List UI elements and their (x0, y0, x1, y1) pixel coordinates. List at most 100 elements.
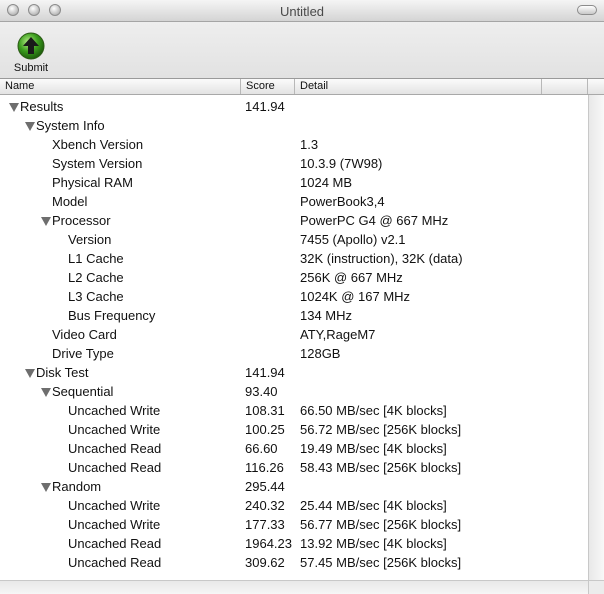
column-header-empty (542, 79, 588, 94)
row-detail: 56.77 MB/sec [256K blocks] (300, 517, 462, 532)
row-score: 93.40 (245, 384, 278, 399)
table-row[interactable]: L3 Cache 1024K @ 167 MHz (0, 287, 588, 306)
table-row[interactable]: Model PowerBook3,4 (0, 192, 588, 211)
table-row[interactable]: Results 141.94 (0, 97, 588, 116)
row-detail: 1.3 (300, 137, 319, 152)
row-detail: 256K @ 667 MHz (300, 270, 403, 285)
row-detail: 56.72 MB/sec [256K blocks] (300, 422, 462, 437)
table-row[interactable]: System Version 10.3.9 (7W98) (0, 154, 588, 173)
row-detail: 58.43 MB/sec [256K blocks] (300, 460, 462, 475)
row-name: System Version (52, 156, 143, 171)
row-score: 116.26 (245, 460, 284, 475)
table-row[interactable]: Uncached Read 116.26 58.43 MB/sec [256K bl… (0, 458, 588, 477)
disclosure-triangle-icon[interactable] (25, 369, 35, 378)
toolbar: Submit (0, 22, 604, 78)
row-name: Random (52, 479, 102, 494)
row-name: Video Card (52, 327, 117, 342)
row-name: Uncached Read (68, 441, 162, 456)
table-row[interactable]: System Info (0, 116, 588, 135)
row-name: Model (52, 194, 88, 209)
app-window: Untitled Submit Name Score Detail Result… (0, 0, 604, 594)
table-row[interactable]: Uncached Write 100.25 56.72 MB/sec [256K b… (0, 420, 588, 439)
table-row[interactable]: Random 295.44 (0, 477, 588, 496)
disclosure-triangle-icon[interactable] (9, 103, 19, 112)
row-score: 100.25 (245, 422, 285, 437)
disclosure-triangle-icon[interactable] (41, 388, 51, 397)
row-score: 108.31 (245, 403, 285, 418)
row-score: 141.94 (245, 99, 285, 114)
row-detail: ATY,RageM7 (300, 327, 376, 342)
row-detail: 10.3.9 (7W98) (300, 156, 383, 171)
table-row[interactable]: Disk Test 141.94 (0, 363, 588, 382)
row-detail: 25.44 MB/sec [4K blocks] (300, 498, 447, 513)
column-header-score[interactable]: Score (241, 79, 295, 94)
row-score: 295.44 (245, 479, 285, 494)
resize-grip[interactable] (588, 580, 604, 594)
row-detail: 32K (instruction), 32K (data) (300, 251, 463, 266)
row-name: Uncached Write (68, 422, 161, 437)
row-detail: 128GB (300, 346, 341, 361)
row-name: Processor (52, 213, 111, 228)
submit-button[interactable]: Submit (8, 30, 54, 76)
results-table: Name Score Detail Results 141.94 System In… (0, 78, 604, 594)
row-name: Uncached Read (68, 536, 162, 551)
row-name: Sequential (52, 384, 114, 399)
table-row[interactable]: Bus Frequency 134 MHz (0, 306, 588, 325)
row-name: Results (20, 99, 64, 114)
row-name: L2 Cache (68, 270, 124, 285)
row-score: 240.32 (245, 498, 285, 513)
table-header: Name Score Detail (0, 79, 604, 95)
table-row[interactable]: Video Card ATY,RageM7 (0, 325, 588, 344)
table-row[interactable]: L2 Cache 256K @ 667 MHz (0, 268, 588, 287)
row-detail: 1024K @ 167 MHz (300, 289, 411, 304)
table-row[interactable]: Processor PowerPC G4 @ 667 MHz (0, 211, 588, 230)
row-detail: 57.45 MB/sec [256K blocks] (300, 555, 462, 570)
table-row[interactable]: Sequential 93.40 (0, 382, 588, 401)
row-name: Uncached Read (68, 460, 162, 475)
horizontal-scrollbar[interactable] (0, 580, 588, 594)
table-row[interactable]: Uncached Read 1964.23 13.92 MB/sec [4K blo… (0, 534, 588, 553)
table-row[interactable]: L1 Cache 32K (instruction), 32K (data) (0, 249, 588, 268)
table-row[interactable]: Xbench Version 1.3 (0, 135, 588, 154)
row-name: Physical RAM (52, 175, 133, 190)
row-name: L3 Cache (68, 289, 124, 304)
table-row[interactable]: Drive Type 128GB (0, 344, 588, 363)
table-row[interactable]: Uncached Read 309.62 57.45 MB/sec [256K bl… (0, 553, 588, 572)
row-score: 66.60 (245, 441, 278, 456)
disclosure-triangle-icon[interactable] (41, 483, 51, 492)
title-bar[interactable]: Untitled (0, 0, 604, 22)
row-name: System Info (36, 118, 105, 133)
vertical-scrollbar[interactable] (588, 95, 604, 581)
row-score: 177.33 (245, 517, 285, 532)
column-header-name[interactable]: Name (0, 79, 241, 94)
row-name: Bus Frequency (68, 308, 156, 323)
row-score: 309.62 (245, 555, 285, 570)
table-row[interactable]: Uncached Write 240.32 25.44 MB/sec [4K blo… (0, 496, 588, 515)
table-row[interactable]: Uncached Write 108.31 66.50 MB/sec [4K blo… (0, 401, 588, 420)
table-row[interactable]: Physical RAM 1024 MB (0, 173, 588, 192)
row-detail: 134 MHz (300, 308, 353, 323)
row-detail: 13.92 MB/sec [4K blocks] (300, 536, 447, 551)
row-name: Uncached Read (68, 555, 162, 570)
green-up-arrow-icon (17, 32, 45, 60)
row-name: Uncached Write (68, 498, 161, 513)
disclosure-triangle-icon[interactable] (41, 217, 51, 226)
row-score: 141.94 (245, 365, 285, 380)
row-detail: 66.50 MB/sec [4K blocks] (300, 403, 447, 418)
table-row[interactable]: Uncached Read 66.60 19.49 MB/sec [4K block… (0, 439, 588, 458)
row-name: Uncached Write (68, 403, 161, 418)
submit-label: Submit (13, 62, 49, 74)
window-title: Untitled (279, 4, 325, 19)
table-row[interactable]: Uncached Write 177.33 56.77 MB/sec [256K b… (0, 515, 588, 534)
toolbar-toggle-button[interactable] (577, 5, 597, 15)
row-detail: 19.49 MB/sec [4K blocks] (300, 441, 447, 456)
table-body: Results 141.94 System Info Xbench Version 1.… (0, 95, 588, 581)
row-detail: PowerBook3,4 (300, 194, 385, 209)
row-score: 1964.23 (245, 536, 292, 551)
row-name: L1 Cache (68, 251, 124, 266)
table-row[interactable]: Version 7455 (Apollo) v2.1 (0, 230, 588, 249)
row-name: Uncached Write (68, 517, 161, 532)
disclosure-triangle-icon[interactable] (25, 122, 35, 131)
row-detail: 7455 (Apollo) v2.1 (300, 232, 406, 247)
column-header-detail[interactable]: Detail (295, 79, 542, 94)
